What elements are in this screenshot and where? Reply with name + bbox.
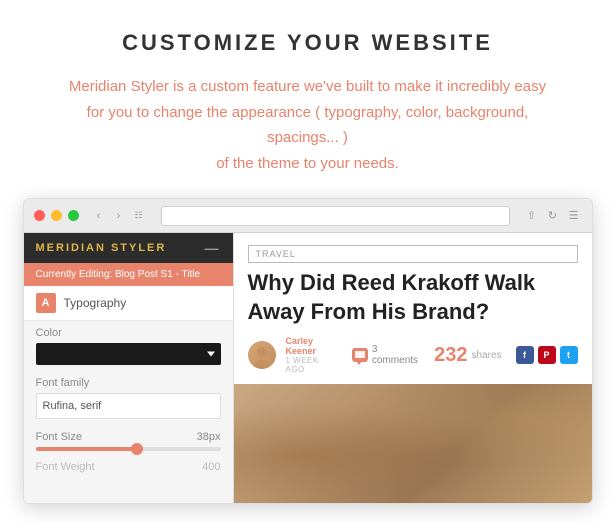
font-size-label: Font Size xyxy=(36,431,82,443)
font-weight-label: Font Weight xyxy=(36,461,95,473)
menu-icon[interactable]: ☰ xyxy=(566,208,582,224)
font-size-track[interactable] xyxy=(36,447,221,451)
browser-chrome: ‹ › ☷ ⇧ ↻ ☰ xyxy=(24,199,592,233)
article-tag: TRAVEL xyxy=(248,245,578,263)
shares-number: 232 xyxy=(434,344,467,367)
comment-icon xyxy=(352,348,368,362)
browser-nav: ‹ › ☷ xyxy=(91,208,147,224)
color-swatch[interactable] xyxy=(36,343,221,365)
font-size-slider-container: Font Size 38px xyxy=(24,425,233,457)
styler-typography-row[interactable]: A Typography xyxy=(24,286,233,321)
styler-editing-label: Currently Editing: Blog Post S1 - Title xyxy=(24,263,233,286)
font-size-value: 38px xyxy=(197,431,221,443)
font-family-field: Font family xyxy=(24,371,233,425)
browser-mockup: ‹ › ☷ ⇧ ↻ ☰ MERIDIAN STYLER — Currently … xyxy=(23,198,593,504)
description-text: Meridian Styler is a custom feature we'v… xyxy=(58,74,558,176)
font-size-thumb[interactable] xyxy=(131,443,143,455)
typography-icon: A xyxy=(36,293,56,313)
browser-back-button[interactable]: ‹ xyxy=(91,208,107,224)
refresh-icon[interactable]: ↻ xyxy=(545,208,561,224)
browser-actions: ⇧ ↻ ☰ xyxy=(524,208,582,224)
browser-dot-red[interactable] xyxy=(34,210,45,221)
twitter-icon[interactable]: t xyxy=(560,346,578,364)
comment-count: 3 comments xyxy=(372,344,420,366)
shares-section: 232 shares xyxy=(434,344,501,367)
social-icons: f P t xyxy=(516,346,578,364)
author-time: 1 week ago xyxy=(286,356,338,374)
styler-header: MERIDIAN STYLER — xyxy=(24,233,233,263)
page-container: CUSTOMIZE YOUR WEBSITE Meridian Styler i… xyxy=(0,0,615,529)
shares-label: shares xyxy=(471,350,501,361)
pinterest-icon[interactable]: P xyxy=(538,346,556,364)
font-size-label-row: Font Size 38px xyxy=(36,431,221,443)
browser-url-bar[interactable] xyxy=(161,206,510,226)
styler-title: MERIDIAN STYLER xyxy=(36,242,167,254)
color-field: Color xyxy=(24,321,233,371)
image-overlay xyxy=(234,384,592,503)
comments-section: 3 comments xyxy=(352,344,420,366)
browser-forward-button[interactable]: › xyxy=(111,208,127,224)
page-title: CUSTOMIZE YOUR WEBSITE xyxy=(122,30,493,56)
browser-content: MERIDIAN STYLER — Currently Editing: Blo… xyxy=(24,233,592,503)
facebook-icon[interactable]: f xyxy=(516,346,534,364)
color-label: Color xyxy=(36,327,221,339)
font-weight-value: 400 xyxy=(202,461,220,473)
article-title: Why Did Reed Krakoff Walk Away From His … xyxy=(234,269,592,336)
website-panel: TRAVEL Why Did Reed Krakoff Walk Away Fr… xyxy=(234,233,592,503)
article-meta: Carley Keener 1 week ago 3 comments 232 xyxy=(234,336,592,384)
font-family-label: Font family xyxy=(36,377,221,389)
styler-minimize-button[interactable]: — xyxy=(205,241,221,255)
author-avatar xyxy=(248,341,276,369)
font-family-input[interactable] xyxy=(36,393,221,419)
font-size-fill xyxy=(36,447,138,451)
browser-dot-green[interactable] xyxy=(68,210,79,221)
share-icon[interactable]: ⇧ xyxy=(524,208,540,224)
author-name: Carley Keener xyxy=(286,336,338,356)
font-weight-row: Font Weight 400 xyxy=(24,457,233,477)
browser-grid-icon[interactable]: ☷ xyxy=(131,208,147,224)
author-info: Carley Keener 1 week ago xyxy=(286,336,338,374)
styler-panel: MERIDIAN STYLER — Currently Editing: Blo… xyxy=(24,233,234,503)
article-image xyxy=(234,384,592,503)
typography-label: Typography xyxy=(64,296,127,310)
browser-dot-yellow[interactable] xyxy=(51,210,62,221)
